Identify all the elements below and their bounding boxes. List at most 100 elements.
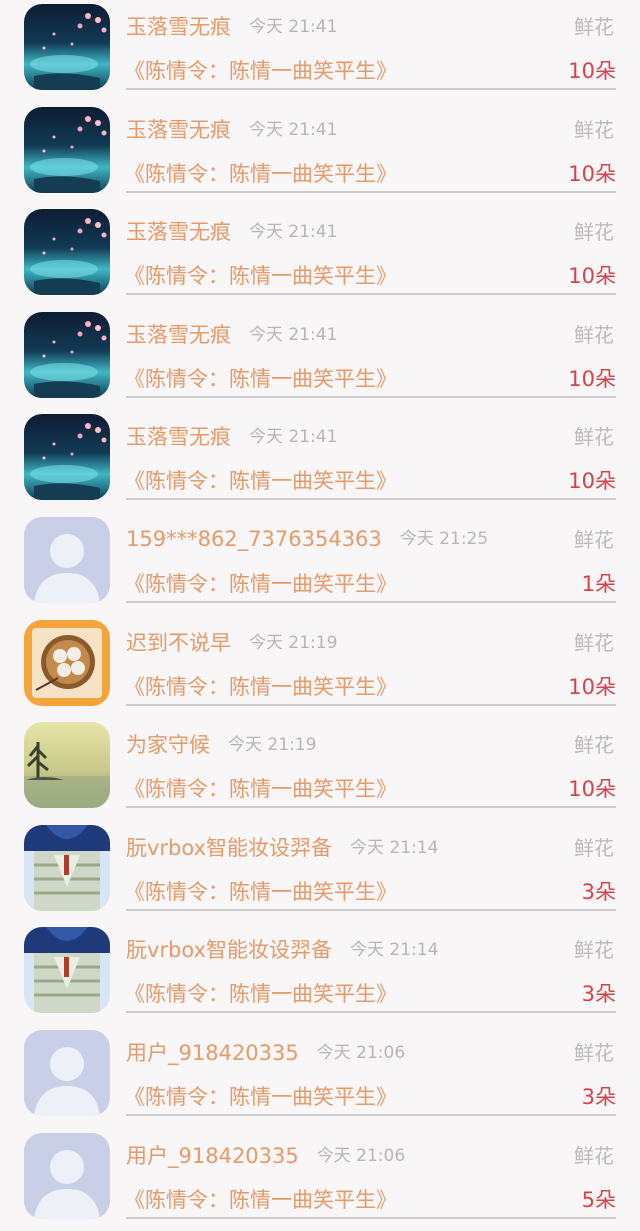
gift-type-label: 鲜花 [574,527,614,552]
sender-name[interactable]: 用户_918420335 今天 21:06 [126,1037,405,1067]
timestamp: 今天 21:41 [249,427,338,448]
sender-name[interactable]: 朊vrbox智能妆设羿备 今天 21:14 [126,934,438,964]
list-item[interactable]: 朊vrbox智能妆设羿备 今天 21:14 鲜花 《陈情令：陈情一曲笑平生》 3朵 [0,821,640,924]
avatar[interactable] [24,722,110,809]
avatar[interactable] [24,4,110,90]
night-sakura-landscape-image [24,4,110,90]
avatar[interactable] [24,311,110,398]
timestamp: 今天 21:25 [399,528,489,549]
novel-title[interactable]: 《陈情令：陈情一曲笑平生》 [124,568,397,598]
night-sakura-landscape-image [24,414,110,501]
novel-title[interactable]: 《陈情令：陈情一曲笑平生》 [124,671,397,701]
gift-type-label: 鲜花 [574,1143,614,1168]
list-item[interactable]: 用户_918420335 今天 21:06 鲜花 《陈情令：陈情一曲笑平生》 3朵 [0,1026,640,1129]
avatar[interactable] [24,516,110,603]
gift-type-label: 鲜花 [574,117,614,142]
timestamp: 今天 21:14 [350,837,439,858]
sender-name-text: 玉落雪无痕 [126,117,231,142]
default-user-image [24,1029,110,1116]
novel-title[interactable]: 《陈情令：陈情一曲笑平生》 [124,876,397,906]
timestamp: 今天 21:06 [316,1145,406,1166]
novel-title[interactable]: 《陈情令：陈情一曲笑平生》 [124,978,397,1008]
sender-name[interactable]: 玉落雪无痕 今天 21:41 [126,216,337,246]
divider [126,190,616,193]
gift-count: 3朵 [581,1084,616,1109]
default-user-image [24,516,110,603]
avatar[interactable] [24,209,110,296]
gift-type-label: 鲜花 [574,630,614,655]
sender-name[interactable]: 迟到不说早 今天 21:19 [126,627,337,657]
novel-title[interactable]: 《陈情令：陈情一曲笑平生》 [124,158,397,188]
list-item[interactable]: 为家守候 今天 21:19 鲜花 《陈情令：陈情一曲笑平生》 10朵 [0,718,640,821]
gift-type-label: 鲜花 [574,220,614,245]
sender-name[interactable]: 159***862_7376354363 今天 21:25 [126,524,488,551]
list-item[interactable]: 159***862_7376354363 今天 21:25 鲜花 《陈情令：陈情一… [0,513,640,616]
novel-title[interactable]: 《陈情令：陈情一曲笑平生》 [124,260,397,290]
gift-count: 10朵 [568,264,616,289]
novel-title[interactable]: 《陈情令：陈情一曲笑平生》 [124,55,397,85]
avatar[interactable] [24,414,110,501]
timestamp: 今天 21:41 [249,222,338,243]
gift-type-label: 鲜花 [574,1040,614,1065]
gift-type-label: 鲜花 [574,835,614,860]
gift-count: 1朵 [581,571,616,596]
gift-count: 10朵 [568,674,616,699]
timestamp: 今天 21:19 [228,735,317,756]
gift-type-label: 鲜花 [574,938,614,963]
sweater-figure-image [24,824,110,911]
gift-count: 10朵 [568,366,616,391]
sender-name-text: 玉落雪无痕 [126,220,231,245]
night-sakura-landscape-image [24,209,110,296]
list-item[interactable]: 玉落雪无痕 今天 21:41 鲜花 《陈情令：陈情一曲笑平生》 10朵 [0,308,640,411]
divider [126,498,616,501]
avatar[interactable] [24,1029,110,1116]
timestamp: 今天 21:41 [249,17,338,37]
avatar[interactable] [24,619,110,706]
sender-name[interactable]: 玉落雪无痕 今天 21:41 [126,11,337,41]
timestamp: 今天 21:19 [249,632,338,653]
list-item[interactable]: 玉落雪无痕 今天 21:41 鲜花 《陈情令：陈情一曲笑平生》 10朵 [0,410,640,513]
sender-name[interactable]: 玉落雪无痕 今天 21:41 [126,319,337,349]
sender-name[interactable]: 朊vrbox智能妆设羿备 今天 21:14 [126,832,438,862]
novel-title[interactable]: 《陈情令：陈情一曲笑平生》 [124,1081,397,1111]
avatar[interactable] [24,927,110,1014]
sender-name[interactable]: 玉落雪无痕 今天 21:41 [126,421,337,451]
sender-name-text: 用户_918420335 [126,1040,299,1065]
novel-title[interactable]: 《陈情令：陈情一曲笑平生》 [124,1184,397,1214]
avatar[interactable] [24,824,110,911]
night-sakura-landscape-image [24,106,110,193]
sender-name-text: 朊vrbox智能妆设羿备 [126,835,333,860]
gift-record-list: 玉落雪无痕 今天 21:41 鲜花 《陈情令：陈情一曲笑平生》 10朵 玉落雪无痕… [0,0,640,1231]
gift-count: 5朵 [581,1187,616,1212]
divider [126,1113,616,1116]
sender-name[interactable]: 用户_918420335 今天 21:06 [126,1140,405,1170]
default-user-image [24,1132,110,1219]
list-item[interactable]: 玉落雪无痕 今天 21:41 鲜花 《陈情令：陈情一曲笑平生》 10朵 [0,205,640,308]
divider [126,1011,616,1014]
list-item[interactable]: 朊vrbox智能妆设羿备 今天 21:14 鲜花 《陈情令：陈情一曲笑平生》 3朵 [0,923,640,1026]
timestamp: 今天 21:14 [350,940,439,961]
sender-name-text: 玉落雪无痕 [126,425,231,450]
list-item[interactable]: 迟到不说早 今天 21:19 鲜花 《陈情令：陈情一曲笑平生》 10朵 [0,616,640,719]
novel-title[interactable]: 《陈情令：陈情一曲笑平生》 [124,465,397,495]
gift-type-label: 鲜花 [574,425,614,450]
avatar[interactable] [24,1132,110,1219]
list-item[interactable]: 用户_918420335 今天 21:06 鲜花 《陈情令：陈情一曲笑平生》 5朵 [0,1129,640,1231]
novel-title[interactable]: 《陈情令：陈情一曲笑平生》 [124,363,397,393]
sender-name-text: 为家守候 [126,733,210,758]
sender-name[interactable]: 为家守候 今天 21:19 [126,729,316,759]
divider [126,395,616,398]
avatar[interactable] [24,106,110,193]
sweater-figure-image [24,927,110,1014]
gift-count: 3朵 [581,879,616,904]
list-item[interactable]: 玉落雪无痕 今天 21:41 鲜花 《陈情令：陈情一曲笑平生》 10朵 [0,0,640,103]
gift-count: 10朵 [568,777,616,802]
gift-count: 10朵 [568,59,616,83]
sender-name[interactable]: 玉落雪无痕 今天 21:41 [126,114,337,144]
novel-title[interactable]: 《陈情令：陈情一曲笑平生》 [124,773,397,803]
gift-count: 10朵 [568,469,616,494]
divider [126,806,616,809]
divider [126,1216,616,1219]
list-item[interactable]: 玉落雪无痕 今天 21:41 鲜花 《陈情令：陈情一曲笑平生》 10朵 [0,103,640,206]
timestamp: 今天 21:06 [316,1042,406,1063]
